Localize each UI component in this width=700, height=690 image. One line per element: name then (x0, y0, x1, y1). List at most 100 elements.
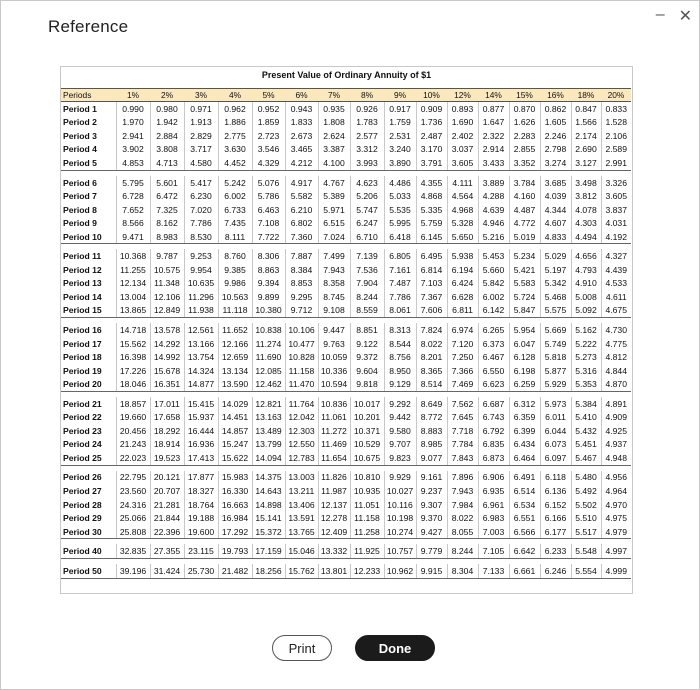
table-cell: 5.335 (415, 202, 447, 217)
table-row: Period 13 12.134 11.348 10.635 9.986 9.394 8.8… (61, 276, 631, 291)
table-cell: 10.198 (383, 511, 416, 525)
table-cell: 7.896 (446, 470, 478, 485)
table-cell: 4.564 (446, 189, 478, 203)
table-cell: 4.487 (508, 202, 540, 217)
table-cell: 4.964 (600, 484, 631, 498)
table-cell: 11.348 (149, 276, 184, 291)
table-cell: 4.039 (539, 189, 571, 203)
table-cell: 5.092 (570, 303, 601, 319)
minimize-icon[interactable]: – (656, 6, 665, 26)
table-cell: 19.600 (183, 524, 218, 540)
dialog-title: Reference (48, 17, 129, 36)
table-cell: 14.877 (183, 377, 218, 392)
table-cell: 4.100 (317, 156, 350, 171)
table-row: Period 21 18.857 17.011 15.415 14.029 12.821 1… (61, 396, 631, 411)
table-cell: 16.330 (217, 484, 252, 498)
table-cell: 6.983 (477, 511, 509, 525)
table-row: Period 22 19.660 17.658 15.937 14.451 13.163 1… (61, 410, 631, 425)
table-cell: 9.370 (415, 511, 447, 525)
table-cell: 13.003 (284, 470, 318, 485)
period-label: Period 12 (63, 264, 102, 275)
table-cell: 10.380 (251, 303, 285, 319)
table-cell: 13.865 (115, 303, 150, 319)
table-row: Period 23 20.456 18.292 16.444 14.857 13.489 1… (61, 424, 631, 438)
table-cell: 18.292 (149, 424, 184, 438)
table-cell: 2.246 (539, 129, 571, 143)
table-cell: 13.799 (251, 437, 285, 452)
period-label: Period 20 (61, 377, 116, 392)
table-cell: 5.517 (570, 524, 601, 540)
table-cell: 10.116 (383, 497, 416, 512)
table-cell: 10.059 (317, 350, 350, 364)
table-cell: 0.971 (183, 101, 218, 116)
table-cell: 18.857 (115, 396, 150, 411)
table-cell: 5.973 (539, 396, 571, 411)
table-cell: 6.247 (349, 216, 384, 230)
table-cell: 9.712 (284, 303, 318, 319)
annuity-table: Periods 1% 2% 3% 4% 5% 6% 7% 8% 9% 10% 12% 14% 15% 16%… (61, 88, 631, 579)
table-cell: 6.418 (383, 229, 416, 245)
table-cell: 19.660 (115, 410, 150, 425)
table-cell: 7.562 (446, 396, 478, 411)
table-cell: 6.495 (415, 249, 447, 264)
table-cell: 19.188 (183, 511, 218, 525)
table-cell: 6.935 (477, 484, 509, 498)
period-label: Period 14 (63, 291, 102, 302)
table-cell: 5.432 (570, 424, 601, 438)
table-cell: 9.915 (415, 563, 447, 579)
table-cell: 0.833 (600, 101, 631, 116)
table-cell: 7.652 (115, 202, 150, 217)
table-cell: 11.118 (217, 303, 252, 319)
table-cell: 11.652 (217, 323, 252, 337)
table-cell: 6.044 (539, 424, 571, 438)
table-cell: 7.360 (284, 229, 318, 245)
table-cell: 9.077 (415, 451, 447, 466)
table-cell: 7.325 (149, 202, 184, 217)
table-cell: 18.256 (251, 563, 285, 579)
table-cell: 5.502 (570, 497, 601, 512)
print-button[interactable]: Print (272, 635, 332, 661)
done-button[interactable]: Done (355, 635, 435, 661)
table-cell: 9.580 (383, 424, 416, 438)
table-cell: 9.929 (383, 470, 416, 485)
table-cell: 10.935 (349, 484, 384, 498)
table-cell: 9.237 (415, 484, 447, 498)
table-cell: 9.818 (349, 377, 384, 392)
table-cell: 5.554 (570, 563, 601, 579)
table-cell: 2.829 (183, 129, 218, 143)
table-cell: 12.106 (149, 290, 184, 304)
table-cell: 5.019 (508, 229, 540, 245)
table-cell: 5.197 (539, 263, 571, 277)
table-cell: 13.406 (284, 497, 318, 512)
column-header: 2% (150, 88, 184, 102)
table-cell: 22.023 (115, 451, 150, 466)
table-cell: 3.837 (600, 202, 631, 217)
table-cell: 6.873 (477, 451, 509, 466)
column-header: 10% (416, 88, 447, 102)
table-cell: 6.733 (217, 202, 252, 217)
table-cell: 4.580 (183, 156, 218, 171)
table-cell: 31.424 (149, 563, 184, 579)
table-cell: 10.563 (217, 290, 252, 304)
close-icon[interactable]: ✕ (679, 6, 692, 26)
table-cell: 6.246 (539, 563, 571, 579)
table-cell: 4.607 (539, 216, 571, 230)
table-cell: 19.793 (217, 544, 252, 559)
table-cell: 16.663 (217, 497, 252, 512)
table-cell: 9.129 (383, 377, 416, 392)
table-cell: 0.962 (217, 101, 252, 116)
period-label: Period 29 (63, 513, 102, 524)
table-cell: 9.122 (349, 336, 384, 351)
table-cell: 7.786 (383, 290, 416, 304)
table-cell: 8.756 (383, 350, 416, 364)
table-cell: 25.730 (183, 563, 218, 579)
column-header: 15% (509, 88, 540, 102)
table-cell: 4.999 (600, 563, 631, 579)
table-row: Period 3 2.941 2.884 2.829 2.775 2.723 2.673 2.… (61, 129, 631, 143)
table-cell: 11.258 (349, 524, 384, 540)
table-cell: 17.159 (251, 544, 285, 559)
table-cell: 5.273 (570, 350, 601, 364)
table-cell: 14.324 (183, 363, 218, 378)
table-cell: 6.210 (284, 202, 318, 217)
table-cell: 7.103 (415, 276, 447, 291)
